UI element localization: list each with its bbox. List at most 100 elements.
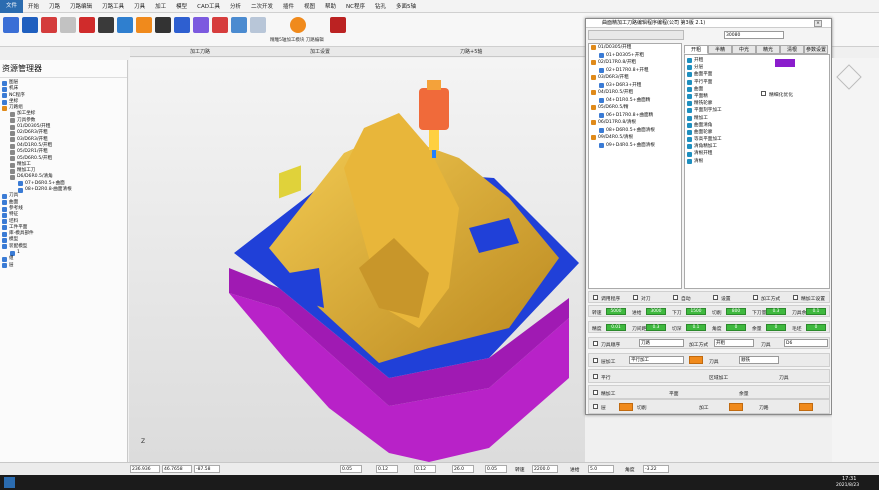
dialog-tab-0[interactable]: 开粗 — [684, 45, 708, 54]
menu-item-13[interactable]: 帮助 — [320, 2, 341, 10]
menu-item-6[interactable]: 加工 — [150, 2, 171, 10]
view-cube-icon[interactable] — [836, 64, 862, 90]
menu-item-9[interactable]: 分析 — [225, 2, 246, 10]
lathe-icon[interactable] — [79, 17, 95, 33]
toolpath-item[interactable]: 02+D17R0.8+开粗 — [589, 67, 681, 75]
dialog-tab-2[interactable]: 中光 — [732, 45, 756, 54]
param-value[interactable]: 3000 — [646, 308, 666, 315]
toolpath-item[interactable]: 08+D6R0.5+曲面清根 — [589, 127, 681, 135]
menu-item-11[interactable]: 插件 — [278, 2, 299, 10]
operation-item[interactable]: 平行平面 — [687, 79, 829, 86]
code-input[interactable]: 30080 — [724, 31, 784, 39]
tab-2[interactable]: 刀路+5轴 — [460, 48, 482, 55]
row5-check[interactable] — [593, 374, 598, 379]
menu-item-1[interactable]: 开始 — [23, 2, 44, 10]
menu-item-7[interactable]: 模型 — [171, 2, 192, 10]
param-value[interactable]: 0 — [766, 324, 786, 331]
option-checkbox[interactable] — [753, 295, 758, 300]
option-checkbox[interactable] — [793, 295, 798, 300]
toolpath-item[interactable]: 03+D6R3+开粗 — [589, 82, 681, 90]
field-2[interactable]: 0.12 — [376, 465, 398, 473]
chip-icon[interactable] — [98, 17, 114, 33]
operation-item[interactable]: 曲面轮廓 — [687, 129, 829, 136]
menu-item-2[interactable]: 刀路 — [44, 2, 65, 10]
menu-item-16[interactable]: 多面5轴 — [391, 2, 421, 10]
toolpath-item[interactable]: 04+D1R0.5+曲面精 — [589, 97, 681, 105]
option-checkbox[interactable] — [713, 295, 718, 300]
wave-icon[interactable] — [231, 17, 247, 33]
dialog-tab-3[interactable]: 精光 — [756, 45, 780, 54]
row7-orange-3[interactable] — [799, 403, 813, 411]
operation-item[interactable]: 清根开粗 — [687, 150, 829, 157]
cube-icon[interactable] — [174, 17, 190, 33]
shape-icon[interactable] — [193, 17, 209, 33]
row3-select-b[interactable]: 刀路 — [639, 339, 684, 347]
red-tool-icon[interactable] — [41, 17, 57, 33]
layer-icon[interactable] — [60, 17, 76, 33]
toolpath-list[interactable]: 01/D0305/开粗 01+D0305+开粗 02/D17R0.8/开粗 02+D1… — [588, 43, 682, 289]
feed-value[interactable]: 5.0 — [588, 465, 614, 473]
param-value[interactable]: 0 — [726, 324, 746, 331]
param-value[interactable]: 0 — [806, 324, 826, 331]
gear-icon[interactable] — [155, 17, 171, 33]
dialog-tab-1[interactable]: 半精 — [708, 45, 732, 54]
menu-item-3[interactable]: 刀路编辑 — [65, 2, 97, 10]
dialog-tab-5[interactable]: 参数设置 — [804, 45, 828, 54]
option-checkbox[interactable] — [633, 295, 638, 300]
menu-item-10[interactable]: 二次开发 — [246, 2, 278, 10]
menu-item-14[interactable]: NC程序 — [341, 2, 370, 10]
orange-tool-icon[interactable] — [136, 17, 152, 33]
option-checkbox[interactable] — [673, 295, 678, 300]
param-value[interactable]: 800 — [726, 308, 746, 315]
operation-item[interactable]: 开粗 — [687, 57, 829, 64]
tab-1[interactable]: 加工设置 — [310, 48, 330, 55]
toolpath-item[interactable]: 09+D4R0.5+曲面清根 — [589, 142, 681, 150]
tree-row[interactable]: 层 — [2, 263, 125, 269]
field-4[interactable]: 26.0 — [452, 465, 474, 473]
operation-item[interactable]: 曲面平面 — [687, 71, 829, 78]
sheet-icon[interactable] — [250, 17, 266, 33]
target-icon[interactable] — [3, 17, 19, 33]
toolpath-item[interactable]: 03/D6R3/开粗 — [589, 74, 681, 82]
menu-item-15[interactable]: 钻孔 — [370, 2, 391, 10]
param-value[interactable]: 0.1 — [806, 308, 826, 315]
toolpath-item[interactable]: 06/D17R0.8/清根 — [589, 119, 681, 127]
toolpath-item[interactable]: 01+D0305+开粗 — [589, 52, 681, 60]
operation-item[interactable]: 曲面 — [687, 86, 829, 93]
menu-item-0[interactable]: 文件 — [0, 0, 24, 13]
row7-orange-2[interactable] — [729, 403, 743, 411]
menu-item-12[interactable]: 视图 — [299, 2, 320, 10]
param-value[interactable]: 0.01 — [606, 324, 626, 331]
angle-value[interactable]: -3.22 — [643, 465, 669, 473]
row6-check[interactable] — [593, 390, 598, 395]
param-value[interactable]: 5000 — [606, 308, 626, 315]
color-swatch[interactable] — [775, 59, 795, 67]
row4-orange[interactable] — [689, 356, 703, 364]
operation-item[interactable]: 精铣轮廓 — [687, 100, 829, 107]
toolpath-item[interactable]: 09/D4R0.5/清根 — [589, 134, 681, 142]
speed-value[interactable]: 2200.0 — [532, 465, 558, 473]
operation-item[interactable]: 平面刻字加工 — [687, 107, 829, 114]
x-tool-icon[interactable] — [22, 17, 38, 33]
param-value[interactable]: 0.3 — [766, 308, 786, 315]
operation-item[interactable]: 平面精 — [687, 93, 829, 100]
toolpath-item[interactable]: 05/D6R0.5/精 — [589, 104, 681, 112]
side-checkbox[interactable] — [761, 91, 766, 96]
menu-item-8[interactable]: CAD工具 — [192, 2, 225, 10]
drill-icon[interactable] — [212, 17, 228, 33]
toolpath-item[interactable]: 04/D1R0.5/开粗 — [589, 89, 681, 97]
operation-item[interactable]: 等高平面加工 — [687, 136, 829, 143]
operation-item[interactable]: 曲面清角 — [687, 122, 829, 129]
3d-viewport[interactable]: Z — [129, 58, 585, 462]
param-value[interactable]: 1500 — [686, 308, 706, 315]
tab-0[interactable]: 加工刀路 — [190, 48, 210, 55]
field-1[interactable]: 0.05 — [340, 465, 362, 473]
row4-select-b[interactable]: 平行加工 — [629, 356, 684, 364]
row7-orange-1[interactable] — [619, 403, 633, 411]
row3-select-d[interactable]: 开粗 — [714, 339, 754, 347]
param-value[interactable]: 0.1 — [686, 324, 706, 331]
sun-icon[interactable] — [290, 17, 306, 33]
menu-item-4[interactable]: 刀路工具 — [97, 2, 129, 10]
param-value[interactable]: 0.3 — [646, 324, 666, 331]
field-3[interactable]: 0.12 — [414, 465, 436, 473]
